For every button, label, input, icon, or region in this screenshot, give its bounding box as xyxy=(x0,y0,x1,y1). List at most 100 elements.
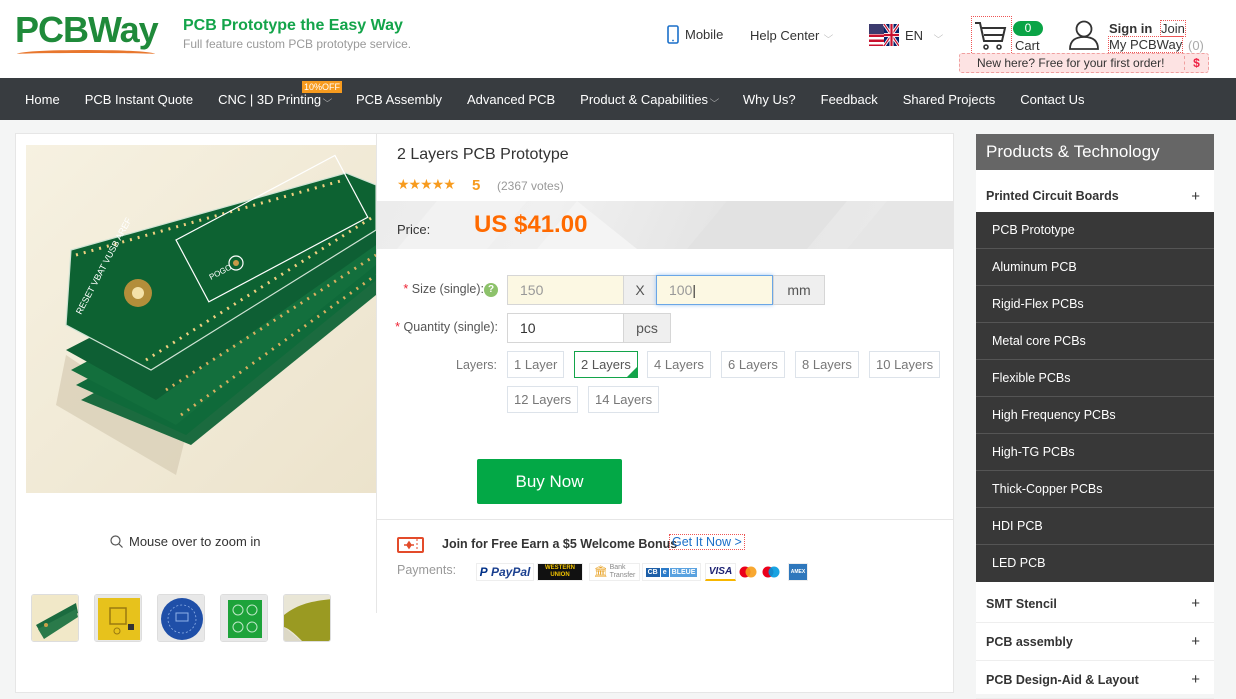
coupon-icon xyxy=(397,537,424,553)
cart-icon xyxy=(975,22,1007,50)
welcome-bonus-text: Join for Free Earn a $5 Welcome Bonus xyxy=(442,537,678,551)
sidebar-item-high-frequency[interactable]: High Frequency PCBs xyxy=(976,397,1214,434)
nav-shared-projects[interactable]: Shared Projects xyxy=(903,92,996,107)
nav-cnc-3d-printing[interactable]: CNC | 3D Printing ⌵ xyxy=(218,92,333,107)
cb-e-bleue-icon: CB e BLEUE xyxy=(642,563,701,581)
sidebar-item-hdi[interactable]: HDI PCB xyxy=(976,508,1214,545)
nav-feedback[interactable]: Feedback xyxy=(821,92,878,107)
mobile-phone-icon xyxy=(667,25,679,44)
sidebar-cat-smt-stencil[interactable]: SMT Stencil + xyxy=(976,585,1214,623)
slogan-title: PCB Prototype the Easy Way xyxy=(183,17,403,34)
get-it-now-link[interactable]: Get It Now > xyxy=(669,534,745,550)
sidebar-item-flexible[interactable]: Flexible PCBs xyxy=(976,360,1214,397)
my-pcbway-link[interactable]: My PCBWay xyxy=(1107,36,1184,53)
maestro-icon xyxy=(760,563,782,581)
plus-icon: + xyxy=(1191,671,1200,688)
cart-button[interactable] xyxy=(971,16,1012,55)
size-label: * Size (single):? xyxy=(390,282,498,297)
size-width-input[interactable]: 150 xyxy=(507,275,624,305)
cart-count-badge: 0 xyxy=(1013,21,1043,36)
site-header: PCBWay PCB Prototype the Easy Way Full f… xyxy=(0,0,1236,78)
plus-icon: + xyxy=(1191,595,1200,612)
help-question-icon[interactable]: ? xyxy=(484,282,498,297)
price-bar xyxy=(377,201,953,249)
sidebar-cat-pcb-design-aid[interactable]: PCB Design-Aid & Layout + xyxy=(976,661,1214,699)
quantity-input[interactable]: 10 xyxy=(507,313,624,343)
layer-option-4[interactable]: 4 Layers xyxy=(647,351,711,378)
buy-now-button[interactable]: Buy Now xyxy=(477,459,622,504)
size-x-separator: X xyxy=(623,275,657,305)
flag-us-uk-icon xyxy=(869,24,899,46)
bank-transfer-icon: 🏛 Bank Transfer xyxy=(589,563,640,581)
payments-label: Payments: xyxy=(397,563,457,577)
help-center-menu[interactable]: Help Center ⌵ xyxy=(750,28,834,43)
sidebar-title: Products & Technology xyxy=(976,134,1214,170)
sidebar-item-pcb-prototype[interactable]: PCB Prototype xyxy=(976,212,1214,249)
sidebar-item-rigid-flex[interactable]: Rigid-Flex PCBs xyxy=(976,286,1214,323)
price-value: US $41.00 xyxy=(474,211,588,238)
sidebar-cat-pcb-assembly[interactable]: PCB assembly + xyxy=(976,623,1214,661)
nav-product-capabilities[interactable]: Product & Capabilities ⌵ xyxy=(580,92,720,107)
thumbnail-flex-pcb[interactable] xyxy=(283,594,331,642)
main-nav: Home PCB Instant Quote CNC | 3D Printing… xyxy=(0,78,1236,120)
thumbnail-yellow-pcb[interactable] xyxy=(94,594,142,642)
visa-icon: VISA xyxy=(705,563,736,581)
sidebar-cat-printed-circuit-boards[interactable]: Printed Circuit Boards + xyxy=(976,177,1214,215)
mobile-link[interactable]: Mobile xyxy=(667,25,723,44)
sidebar-item-led[interactable]: LED PCB xyxy=(976,545,1214,582)
chevron-down-icon: ⌵ xyxy=(322,93,333,104)
nav-home[interactable]: Home xyxy=(25,92,60,107)
size-unit: mm xyxy=(773,275,825,305)
slogan: PCB Prototype the Easy Way Full feature … xyxy=(183,17,411,51)
nav-pcb-instant-quote[interactable]: PCB Instant Quote xyxy=(85,92,193,107)
rating-votes: (2367 votes) xyxy=(497,179,564,193)
slogan-subtitle: Full feature custom PCB prototype servic… xyxy=(183,37,412,51)
nav-pcb-assembly[interactable]: PCB Assembly xyxy=(356,92,442,107)
layers-label: Layers: xyxy=(456,358,497,372)
join-link[interactable]: Join xyxy=(1160,20,1186,37)
plus-icon: + xyxy=(1191,633,1200,650)
amex-icon: AMEX xyxy=(788,563,808,581)
paypal-icon: P PayPal xyxy=(476,563,534,581)
quantity-label: * Quantity (single): xyxy=(395,320,498,334)
dollar-icon: $ xyxy=(1184,56,1208,70)
sign-in-link[interactable]: Sign in xyxy=(1109,21,1152,36)
promo-text: New here? Free for your first order! xyxy=(977,56,1165,70)
thumbnail-pcb-stack[interactable] xyxy=(31,594,79,642)
product-main-image[interactable]: RESET VBAT VUSB AREF POGO xyxy=(26,145,376,493)
pcb-submenu: PCB Prototype Aluminum PCB Rigid-Flex PC… xyxy=(976,212,1214,582)
layer-option-10[interactable]: 10 Layers xyxy=(869,351,941,378)
language-selector[interactable]: EN ⌵ xyxy=(869,24,943,46)
layer-option-12[interactable]: 12 Layers xyxy=(507,386,579,413)
section-divider xyxy=(377,519,953,520)
layer-option-8[interactable]: 8 Layers xyxy=(795,351,859,378)
size-height-input[interactable]: 100| xyxy=(656,275,773,305)
sidebar-item-aluminum-pcb[interactable]: Aluminum PCB xyxy=(976,249,1214,286)
pcbway-logo[interactable]: PCBWay xyxy=(15,12,160,58)
user-icon[interactable] xyxy=(1068,20,1100,55)
nav-contact-us[interactable]: Contact Us xyxy=(1020,92,1084,107)
cart-label[interactable]: Cart xyxy=(1015,38,1040,53)
sidebar-item-metal-core[interactable]: Metal core PCBs xyxy=(976,323,1214,360)
chevron-down-icon: ⌵ xyxy=(824,30,834,40)
check-icon: ✔ xyxy=(630,363,637,372)
discount-badge: 10%OFF xyxy=(302,81,343,93)
sidebar-item-thick-copper[interactable]: Thick-Copper PCBs xyxy=(976,471,1214,508)
new-user-promo-banner[interactable]: New here? Free for your first order! $ xyxy=(959,53,1209,73)
plus-icon: + xyxy=(1191,187,1200,205)
my-pcbway-count: (0) xyxy=(1188,38,1204,53)
rating-score: 5 xyxy=(472,177,481,194)
thumbnail-green-panel-pcb[interactable] xyxy=(220,594,268,642)
layer-option-1[interactable]: 1 Layer xyxy=(507,351,565,378)
price-label: Price: xyxy=(397,222,431,237)
logo-swoosh xyxy=(17,50,155,58)
sidebar-item-high-tg[interactable]: High-TG PCBs xyxy=(976,434,1214,471)
layer-option-6[interactable]: 6 Layers xyxy=(721,351,785,378)
thumbnail-blue-round-pcb[interactable] xyxy=(157,594,205,642)
nav-advanced-pcb[interactable]: Advanced PCB xyxy=(467,92,555,107)
chevron-down-icon: ⌵ xyxy=(709,93,720,104)
layer-option-2-selected[interactable]: 2 Layers ✔ xyxy=(574,351,638,378)
layer-option-14[interactable]: 14 Layers xyxy=(588,386,660,413)
nav-why-us[interactable]: Why Us? xyxy=(743,92,796,107)
magnifier-icon xyxy=(110,535,123,548)
